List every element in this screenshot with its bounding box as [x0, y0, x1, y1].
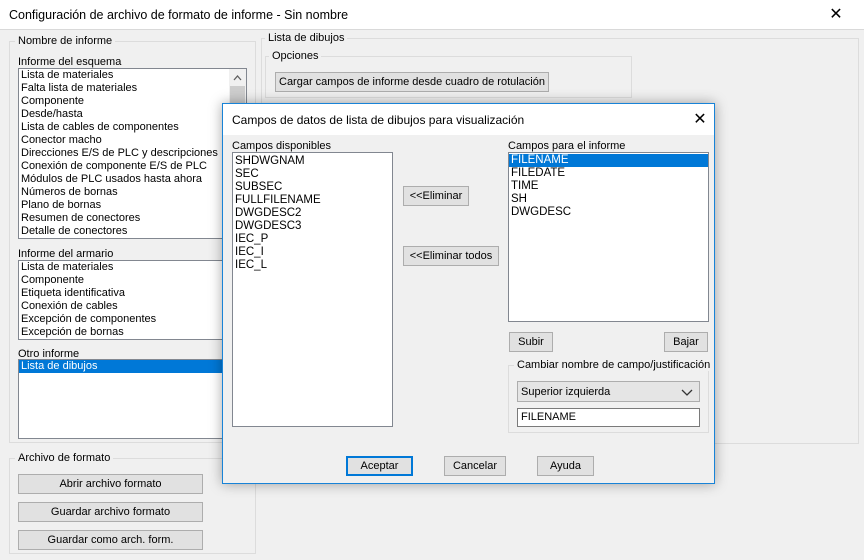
list-item[interactable]: Excepción de bornas [19, 326, 246, 339]
remove-button[interactable]: <<Eliminar [403, 186, 469, 206]
report-name-group-label: Nombre de informe [15, 35, 116, 47]
list-item[interactable]: Desde/hasta [19, 108, 246, 121]
drawing-list-fields-dialog: Campos de datos de lista de dibujos para… [222, 103, 715, 484]
rename-group-label: Cambiar nombre de campo/justificación [514, 359, 714, 371]
format-file-group-label: Archivo de formato [15, 452, 114, 464]
list-item[interactable]: FILEDATE [509, 167, 708, 180]
available-fields-label: Campos disponibles [232, 140, 332, 152]
list-item[interactable]: Lista de cables de componentes [19, 121, 246, 134]
window-titlebar: Configuración de archivo de formato de i… [0, 0, 864, 30]
other-report-list[interactable]: Lista de dibujos [18, 359, 247, 439]
list-item[interactable]: Etiqueta identificativa [19, 287, 246, 300]
list-item[interactable]: IEC_L [233, 259, 392, 272]
list-item[interactable]: Conexión de componente E/S de PLC [19, 160, 246, 173]
list-item[interactable]: DWGDESC3 [233, 220, 392, 233]
open-format-file-button[interactable]: Abrir archivo formato [18, 474, 203, 494]
move-up-button[interactable]: Subir [509, 332, 553, 352]
list-item[interactable]: Conexión de cables [19, 300, 246, 313]
list-item[interactable]: Resumen de conectores [19, 212, 246, 225]
list-item[interactable]: Direcciones E/S de PLC y descripciones [19, 147, 246, 160]
list-item[interactable]: TIME [509, 180, 708, 193]
dialog-title: Campos de datos de lista de dibujos para… [232, 113, 525, 127]
cancel-button[interactable]: Cancelar [444, 456, 506, 476]
list-item[interactable]: Lista de materiales [19, 261, 246, 274]
drawing-list-group-label: Lista de dibujos [265, 32, 348, 44]
list-item[interactable]: Excepción de componentes [19, 313, 246, 326]
dialog-titlebar: Campos de datos de lista de dibujos para… [223, 104, 714, 135]
save-as-format-file-button[interactable]: Guardar como arch. form. [18, 530, 203, 550]
list-item[interactable]: Plano de bornas [19, 199, 246, 212]
ok-button[interactable]: Aceptar [346, 456, 413, 476]
list-item[interactable]: SHDWGNAM [233, 155, 392, 168]
justification-dropdown[interactable]: Superior izquierda [517, 381, 700, 402]
save-format-file-button[interactable]: Guardar archivo formato [18, 502, 203, 522]
list-item[interactable]: Detalle de conectores [19, 225, 246, 238]
dialog-close-icon[interactable]: ✕ [690, 112, 710, 130]
list-item[interactable]: SEC [233, 168, 392, 181]
report-fields-label: Campos para el informe [508, 140, 626, 152]
list-item[interactable]: Lista de materiales [19, 69, 246, 82]
list-item[interactable]: Falta lista de materiales [19, 82, 246, 95]
list-item[interactable]: Números de bornas [19, 186, 246, 199]
panel-report-label: Informe del armario [18, 248, 114, 260]
report-fields-list[interactable]: FILENAME FILEDATE TIME SH DWGDESC [508, 152, 709, 322]
list-item[interactable]: Módulos de PLC usados hasta ahora [19, 173, 246, 186]
justification-value: Superior izquierda [521, 385, 611, 398]
schematic-report-list[interactable]: Lista de materiales Falta lista de materi… [18, 68, 247, 239]
options-group-label: Opciones [269, 50, 322, 62]
list-item[interactable]: FILENAME [509, 154, 708, 167]
list-item[interactable]: Lista de dibujos [19, 360, 246, 373]
list-item[interactable]: Componente [19, 95, 246, 108]
field-name-input[interactable]: FILENAME [517, 408, 700, 427]
available-fields-list[interactable]: SHDWGNAM SEC SUBSEC FULLFILENAME DWGDESC2 DWG… [232, 152, 393, 427]
panel-report-list[interactable]: Lista de materiales Componente Etiqueta id… [18, 260, 247, 340]
window-title: Configuración de archivo de formato de i… [9, 8, 349, 22]
help-button[interactable]: Ayuda [537, 456, 594, 476]
schematic-report-label: Informe del esquema [18, 56, 122, 68]
load-fields-from-titleblock-button[interactable]: Cargar campos de informe desde cuadro de… [275, 72, 549, 92]
list-item[interactable]: Conector macho [19, 134, 246, 147]
list-item[interactable]: DWGDESC2 [233, 207, 392, 220]
list-item[interactable]: FULLFILENAME [233, 194, 392, 207]
list-item[interactable]: Componente [19, 274, 246, 287]
remove-all-button[interactable]: <<Eliminar todos [403, 246, 499, 266]
list-item[interactable]: SH [509, 193, 708, 206]
chevron-down-icon [681, 389, 693, 396]
list-item[interactable]: SUBSEC [233, 181, 392, 194]
list-item[interactable]: DWGDESC [509, 206, 708, 219]
close-icon[interactable]: ✕ [826, 7, 846, 25]
list-item[interactable]: IEC_I [233, 246, 392, 259]
list-item[interactable]: IEC_P [233, 233, 392, 246]
move-down-button[interactable]: Bajar [664, 332, 708, 352]
